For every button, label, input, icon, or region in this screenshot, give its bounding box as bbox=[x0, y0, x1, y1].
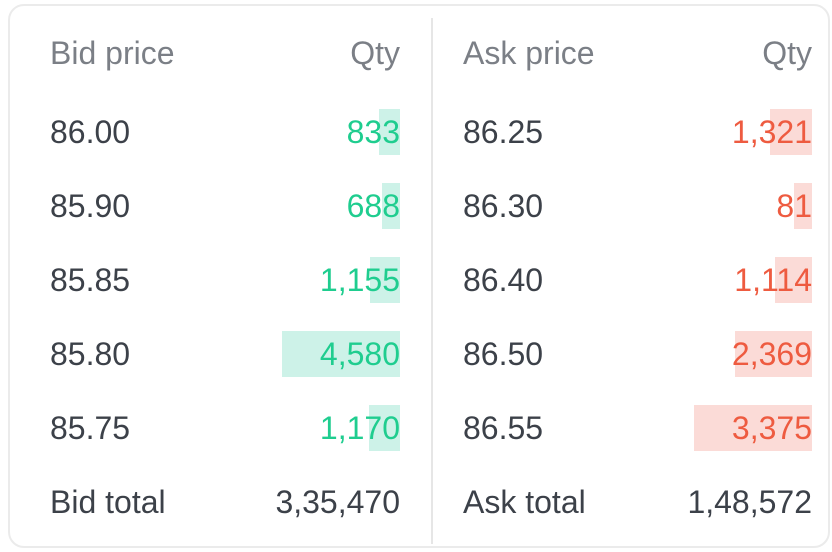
bid-total-value: 3,35,470 bbox=[275, 484, 400, 520]
market-depth-card: Bid price Qty 86.00 833 85.90 688 85.85 … bbox=[8, 4, 830, 548]
ask-row[interactable]: 86.25 1,321 bbox=[463, 109, 812, 155]
bid-qty-header: Qty bbox=[350, 35, 400, 71]
ask-qty: 2,369 bbox=[731, 336, 812, 372]
ask-qty: 1,114 bbox=[734, 262, 812, 298]
bid-price-header: Bid price bbox=[50, 35, 175, 71]
bid-qty-cell: 688 bbox=[347, 183, 400, 229]
ask-price: 86.30 bbox=[463, 188, 544, 224]
bid-qty: 1,155 bbox=[319, 262, 400, 298]
ask-total-value: 1,48,572 bbox=[687, 484, 812, 520]
bid-qty: 688 bbox=[346, 188, 400, 224]
bid-price: 85.80 bbox=[50, 336, 131, 372]
bid-row[interactable]: 85.80 4,580 bbox=[50, 331, 400, 377]
ask-qty-cell: 1,321 bbox=[732, 109, 812, 155]
bid-qty-cell: 833 bbox=[347, 109, 400, 155]
bid-qty: 1,170 bbox=[319, 410, 400, 446]
ask-price: 86.25 bbox=[463, 114, 544, 150]
ask-qty: 81 bbox=[776, 188, 812, 224]
ask-qty-cell: 3,375 bbox=[694, 405, 812, 451]
ask-price-header: Ask price bbox=[463, 35, 595, 71]
bid-qty-cell: 1,170 bbox=[320, 405, 400, 451]
ask-price: 86.50 bbox=[463, 336, 544, 372]
bid-price: 86.00 bbox=[50, 114, 131, 150]
ask-qty: 3,375 bbox=[731, 410, 812, 446]
ask-price: 86.40 bbox=[463, 262, 544, 298]
bid-price: 85.90 bbox=[50, 188, 131, 224]
ask-qty-cell: 81 bbox=[776, 183, 812, 229]
ask-row[interactable]: 86.55 3,375 bbox=[463, 405, 812, 451]
ask-row[interactable]: 86.40 1,114 bbox=[463, 257, 812, 303]
ask-qty-header: Qty bbox=[762, 35, 812, 71]
bid-row[interactable]: 85.85 1,155 bbox=[50, 257, 400, 303]
bid-row[interactable]: 85.75 1,170 bbox=[50, 405, 400, 451]
bid-row[interactable]: 85.90 688 bbox=[50, 183, 400, 229]
ask-qty-cell: 1,114 bbox=[734, 257, 812, 303]
ask-total-row: Ask total 1,48,572 bbox=[463, 479, 812, 525]
bid-total-label: Bid total bbox=[50, 484, 166, 520]
bid-price: 85.75 bbox=[50, 410, 131, 446]
bid-qty: 833 bbox=[346, 114, 400, 150]
ask-qty: 1,321 bbox=[731, 114, 812, 150]
bid-row[interactable]: 86.00 833 bbox=[50, 109, 400, 155]
bid-price: 85.85 bbox=[50, 262, 131, 298]
ask-row[interactable]: 86.30 81 bbox=[463, 183, 812, 229]
ask-total-label: Ask total bbox=[463, 484, 586, 520]
bid-qty-cell: 1,155 bbox=[320, 257, 400, 303]
ask-qty-cell: 2,369 bbox=[732, 331, 812, 377]
bid-qty: 4,580 bbox=[319, 336, 400, 372]
column-divider bbox=[431, 18, 433, 544]
ask-price: 86.55 bbox=[463, 410, 544, 446]
ask-row[interactable]: 86.50 2,369 bbox=[463, 331, 812, 377]
bid-header-row: Bid price Qty bbox=[50, 30, 400, 76]
bid-total-row: Bid total 3,35,470 bbox=[50, 479, 400, 525]
bid-qty-cell: 4,580 bbox=[282, 331, 400, 377]
ask-header-row: Ask price Qty bbox=[463, 30, 812, 76]
